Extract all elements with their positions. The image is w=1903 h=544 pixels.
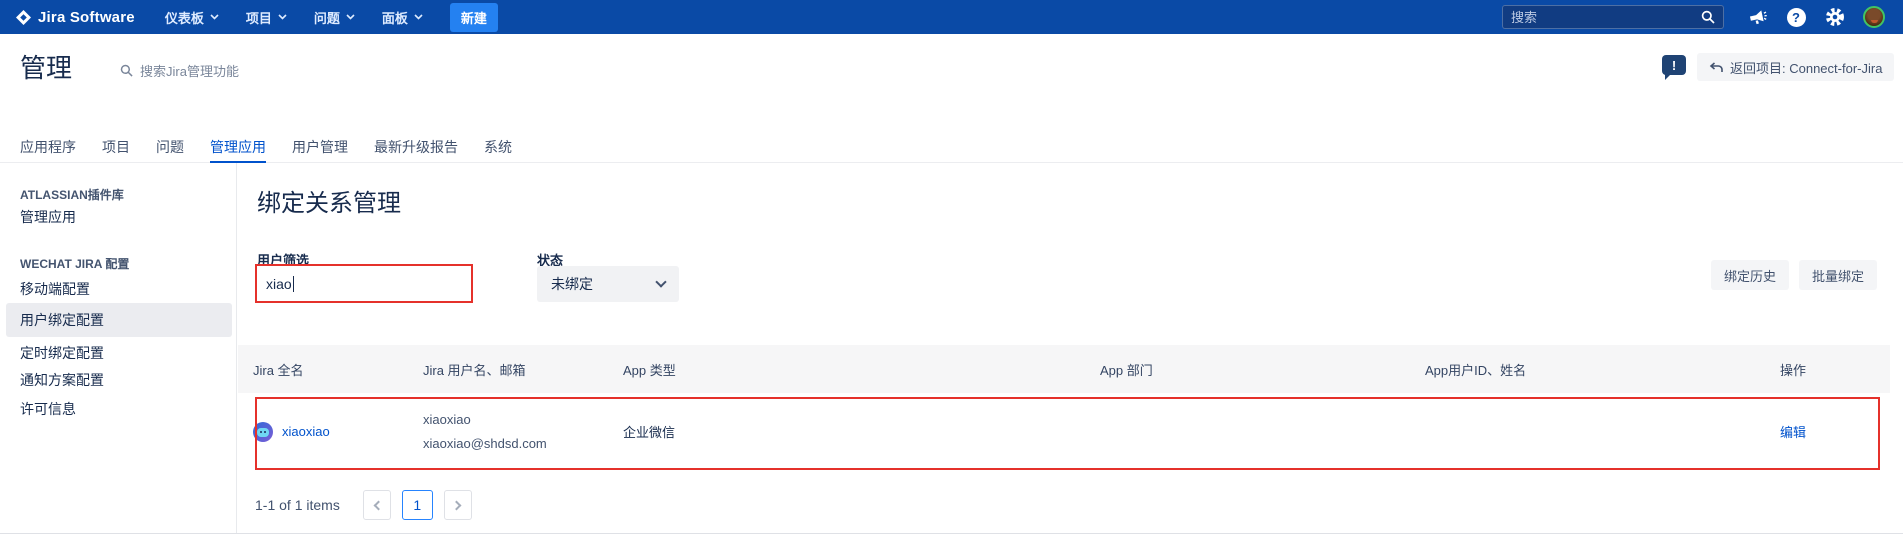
- sidebar-section-atlassian-marketplace: ATLASSIAN插件库: [20, 186, 124, 203]
- user-avatar[interactable]: [1863, 6, 1885, 28]
- main-content: 绑定关系管理 用户筛选 xiao 状态 未绑定 绑定历史 批量绑定 Jira 全…: [238, 163, 1903, 533]
- admin-search[interactable]: 搜索Jira管理功能: [120, 61, 239, 80]
- sidebar: ATLASSIAN插件库 管理应用 WECHAT JIRA 配置 移动端配置 用…: [0, 163, 237, 533]
- page-title: 管理: [20, 48, 72, 85]
- feedback-icon[interactable]: !: [1662, 55, 1686, 75]
- navbar-search-box[interactable]: [1502, 5, 1724, 29]
- cell-jira-full-name: xiaoxiao: [253, 422, 423, 442]
- user-filter-input[interactable]: xiao: [255, 264, 473, 303]
- chevron-down-icon: [346, 14, 355, 20]
- user-filter-value: xiao: [266, 276, 292, 292]
- table-header-row: Jira 全名 Jira 用户名、邮箱 App 类型 App 部门 App用户I…: [238, 345, 1890, 393]
- tab-issues[interactable]: 问题: [156, 130, 184, 162]
- return-arrow-icon: [1709, 62, 1723, 73]
- col-app-user-id-name: App用户ID、姓名: [1425, 360, 1780, 379]
- search-icon: [1701, 10, 1715, 24]
- cell-app-type: 企业微信: [623, 422, 1100, 441]
- tab-applications[interactable]: 应用程序: [20, 130, 76, 162]
- status-select[interactable]: 未绑定: [537, 266, 679, 302]
- help-icon[interactable]: ?: [1785, 6, 1807, 28]
- jira-logo-icon: [16, 10, 31, 25]
- binding-history-button[interactable]: 绑定历史: [1711, 260, 1789, 290]
- status-selected-value: 未绑定: [551, 274, 593, 294]
- col-app-type: App 类型: [623, 360, 1100, 379]
- user-avatar-icon: [253, 422, 273, 442]
- pagination-page-1-button[interactable]: 1: [402, 490, 433, 520]
- admin-header: 管理 搜索Jira管理功能 ! 返回项目: Connect-for-Jira: [0, 34, 1903, 130]
- col-jira-full-name: Jira 全名: [253, 360, 423, 379]
- avatar: [1863, 6, 1885, 28]
- text-cursor: [293, 276, 294, 292]
- chevron-left-icon: [373, 500, 383, 510]
- table-row: xiaoxiao xiaoxiao xiaoxiao@shdsd.com 企业微…: [238, 393, 1890, 470]
- jira-logo[interactable]: Jira Software: [16, 9, 135, 26]
- tab-projects[interactable]: 项目: [102, 130, 130, 162]
- navbar-search-input[interactable]: [1511, 10, 1681, 25]
- nav-menu-issues[interactable]: 问题: [314, 8, 355, 27]
- col-actions: 操作: [1780, 360, 1890, 379]
- sidebar-item-scheduled-binding-config[interactable]: 定时绑定配置: [20, 343, 104, 363]
- create-button[interactable]: 新建: [450, 3, 498, 32]
- admin-search-placeholder: 搜索Jira管理功能: [140, 61, 239, 80]
- tab-manage-apps[interactable]: 管理应用: [210, 130, 266, 163]
- page-bottom-divider: [0, 533, 1903, 534]
- pagination: 1-1 of 1 items 1: [255, 490, 483, 520]
- tab-system[interactable]: 系统: [484, 130, 512, 162]
- sidebar-section-wechat-jira-config: WECHAT JIRA 配置: [20, 255, 129, 272]
- sidebar-item-notification-scheme-config[interactable]: 通知方案配置: [20, 370, 104, 390]
- tab-latest-upgrade-report[interactable]: 最新升级报告: [374, 130, 458, 162]
- admin-tab-bar: 应用程序 项目 问题 管理应用 用户管理 最新升级报告 系统: [0, 130, 1903, 163]
- sidebar-item-user-binding-config[interactable]: 用户绑定配置: [6, 303, 232, 337]
- tab-user-management[interactable]: 用户管理: [292, 130, 348, 162]
- nav-menu-dashboards[interactable]: 仪表板: [165, 8, 219, 27]
- pagination-prev-button[interactable]: [363, 490, 391, 520]
- search-icon: [120, 64, 133, 77]
- back-to-project-button[interactable]: 返回项目: Connect-for-Jira: [1697, 53, 1894, 81]
- announcements-icon[interactable]: [1746, 6, 1768, 28]
- chevron-down-icon: [278, 14, 287, 20]
- sidebar-item-manage-apps[interactable]: 管理应用: [20, 207, 76, 227]
- binding-table: Jira 全名 Jira 用户名、邮箱 App 类型 App 部门 App用户I…: [238, 345, 1890, 470]
- cell-jira-username-email: xiaoxiao xiaoxiao@shdsd.com: [423, 412, 623, 451]
- chevron-down-icon: [414, 14, 423, 20]
- jira-email: xiaoxiao@shdsd.com: [423, 436, 623, 451]
- nav-menu-projects[interactable]: 项目: [246, 8, 287, 27]
- pagination-next-button[interactable]: [444, 490, 472, 520]
- content-title: 绑定关系管理: [257, 183, 401, 218]
- chevron-down-icon: [655, 276, 666, 287]
- col-app-department: App 部门: [1100, 360, 1425, 379]
- nav-menu-boards[interactable]: 面板: [382, 8, 423, 27]
- sidebar-item-mobile-config[interactable]: 移动端配置: [20, 279, 90, 299]
- sidebar-item-license-info[interactable]: 许可信息: [20, 399, 76, 419]
- jira-username: xiaoxiao: [423, 412, 623, 427]
- col-jira-username-email: Jira 用户名、邮箱: [423, 360, 623, 379]
- chevron-right-icon: [451, 500, 461, 510]
- pagination-summary: 1-1 of 1 items: [255, 497, 340, 513]
- top-navbar: Jira Software 仪表板 项目 问题 面板 新建 ?: [0, 0, 1903, 34]
- jira-user-link[interactable]: xiaoxiao: [282, 424, 330, 439]
- edit-link[interactable]: 编辑: [1780, 425, 1806, 440]
- batch-binding-button[interactable]: 批量绑定: [1799, 260, 1877, 290]
- gear-icon[interactable]: [1824, 6, 1846, 28]
- chevron-down-icon: [210, 14, 219, 20]
- jira-logo-text: Jira Software: [38, 9, 135, 26]
